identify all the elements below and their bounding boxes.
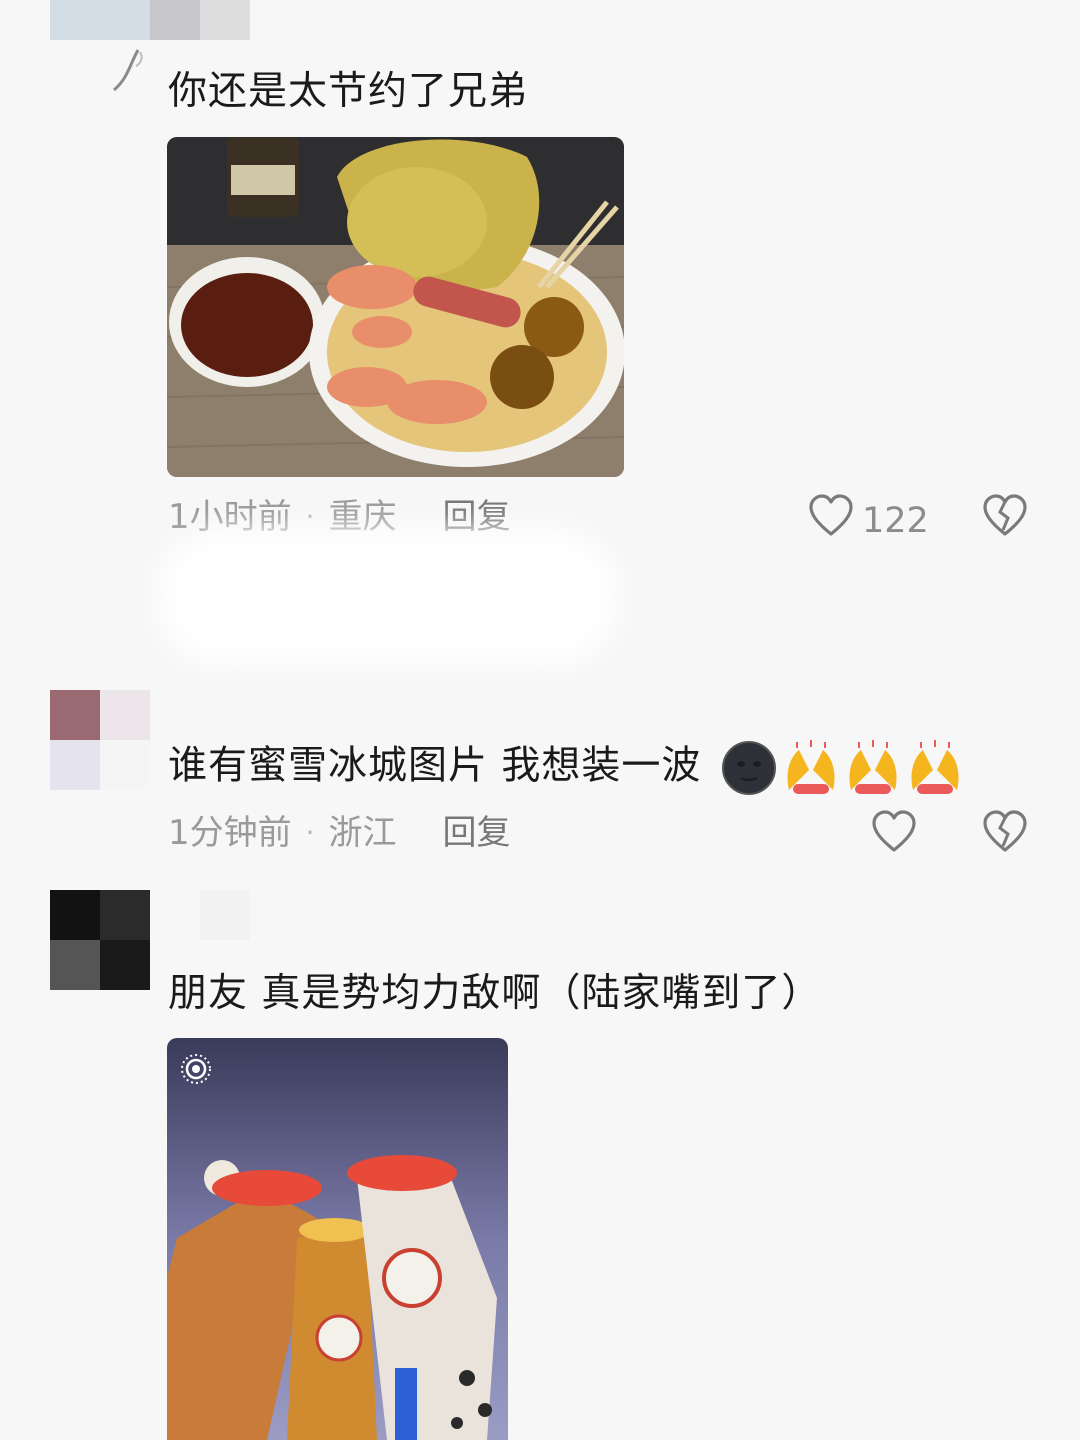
comment-text-body: 谁有蜜雪冰城图片 我想装一波 xyxy=(168,743,702,789)
avatar[interactable] xyxy=(50,690,150,790)
comment-list: 你还是太节约了兄弟 1小时前 · 重庆 回复 122 谁有蜜雪冰城图片 我想装一… xyxy=(0,0,1080,1440)
comment-location: 浙江 xyxy=(328,813,397,853)
heart-icon xyxy=(808,494,854,547)
comment-meta: 1分钟前 · 浙江 回复 xyxy=(168,813,511,853)
broken-heart-icon xyxy=(982,810,1028,858)
raising-hands-icon xyxy=(911,740,959,794)
emoji-row xyxy=(719,740,967,796)
reply-button[interactable]: 回复 xyxy=(443,497,511,537)
comment-text: 你还是太节约了兄弟 xyxy=(168,69,529,114)
raising-hands-icon xyxy=(787,740,835,794)
comment-meta: 1小时前 · 重庆 回复 xyxy=(168,497,511,537)
reply-button[interactable]: 回复 xyxy=(443,813,511,853)
like-count: 122 xyxy=(862,500,929,541)
heart-icon xyxy=(871,810,917,863)
dislike-button[interactable] xyxy=(982,810,1028,858)
username-mosaic xyxy=(200,890,250,940)
dislike-button[interactable] xyxy=(982,494,1028,542)
like-button[interactable]: 122 xyxy=(808,494,929,547)
comment-image-drinks[interactable] xyxy=(167,1038,508,1440)
like-button[interactable] xyxy=(871,810,917,863)
username-mosaic xyxy=(50,0,250,40)
new-moon-face-icon xyxy=(721,741,776,795)
raising-hands-icon xyxy=(849,740,897,794)
avatar[interactable] xyxy=(50,890,150,990)
broken-heart-icon xyxy=(982,494,1028,542)
comment-image-food[interactable] xyxy=(167,137,624,477)
avatar[interactable] xyxy=(100,44,148,94)
meta-separator: · xyxy=(305,816,315,849)
comment-text: 朋友 真是势均力敌啊（陆家嘴到了） xyxy=(168,971,822,1016)
comment-text: 谁有蜜雪冰城图片 我想装一波 xyxy=(168,740,967,796)
live-photo-icon xyxy=(179,1052,213,1090)
redacted-reply xyxy=(175,548,600,646)
comment-time: 1小时前 xyxy=(168,497,292,537)
comment-time: 1分钟前 xyxy=(168,813,292,853)
meta-separator: · xyxy=(305,500,315,533)
comment-location: 重庆 xyxy=(328,497,397,537)
